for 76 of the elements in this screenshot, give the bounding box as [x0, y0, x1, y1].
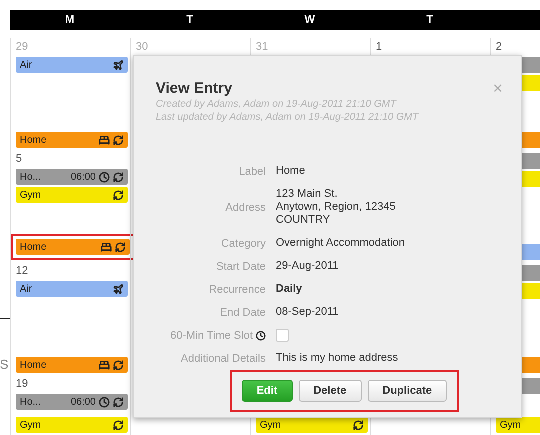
- field-value: Anytown, Region, 12345: [276, 201, 397, 214]
- bed-icon: [99, 360, 110, 370]
- entry-meta: Created by Adams, Adam on 19-Aug-2011 21:10 GMT: [156, 99, 398, 110]
- day-number: 1: [376, 41, 382, 55]
- sync-icon: [113, 396, 124, 408]
- field-label: Category: [221, 238, 266, 250]
- secondary-button[interactable]: Delete: [298, 380, 362, 402]
- day-number: 19: [16, 378, 28, 392]
- event-time: 06:00: [70, 172, 96, 182]
- calendar-event[interactable]: Ho... 06:00: [16, 394, 128, 410]
- event-label: Home: [20, 134, 48, 146]
- field-label: Address: [226, 202, 266, 214]
- dialog-title: View Entry: [156, 80, 232, 97]
- day-number: 30: [136, 41, 148, 55]
- calendar-event[interactable]: Gym: [16, 417, 128, 433]
- clock-icon: [99, 396, 110, 408]
- field-label: Additional Details: [181, 352, 266, 364]
- field-label: Label: [239, 166, 266, 178]
- calendar-event[interactable]: Home: [16, 357, 128, 373]
- plane-icon: [113, 284, 124, 294]
- event-label: Ho...: [20, 172, 42, 182]
- sync-icon: [115, 242, 126, 252]
- field-label: End Date: [220, 306, 266, 318]
- sync-icon: [113, 360, 124, 370]
- bed-icon: [99, 134, 110, 146]
- sync-icon: [113, 172, 124, 182]
- event-time: 06:00: [70, 396, 96, 408]
- sync-icon: [353, 420, 364, 430]
- calendar-event[interactable]: Gym: [256, 417, 368, 433]
- weekday-label: W: [304, 13, 316, 28]
- event-label: Gym: [20, 420, 42, 430]
- side-text: S: [0, 357, 9, 372]
- sync-icon: [113, 420, 124, 430]
- field-label: Recurrence: [209, 284, 266, 296]
- clock-icon: [256, 330, 266, 340]
- event-label: Home: [20, 242, 48, 252]
- event-label: Gym: [20, 190, 42, 200]
- weekday-label: T: [186, 13, 194, 28]
- calendar-event[interactable]: Air: [16, 281, 128, 297]
- event-label: Gym: [260, 420, 282, 430]
- secondary-button[interactable]: Duplicate: [368, 380, 448, 402]
- event-label: Air: [20, 284, 34, 294]
- sync-icon: [113, 134, 124, 146]
- field-value: 123 Main St.: [276, 188, 339, 201]
- calendar-event[interactable]: Gym: [16, 187, 128, 203]
- field-value: 08-Sep-2011: [276, 306, 339, 319]
- weekday-label: M: [64, 13, 76, 28]
- day-number: 5: [16, 153, 22, 167]
- calendar-event[interactable]: Gym: [496, 417, 540, 433]
- field-value: 29-Aug-2011: [276, 260, 339, 273]
- field-value: COUNTRY: [276, 214, 332, 227]
- field-label: Start Date: [216, 260, 266, 272]
- checkbox[interactable]: [276, 329, 289, 342]
- event-label: Air: [20, 60, 34, 70]
- day-number: 12: [16, 265, 28, 279]
- day-number: 29: [16, 41, 28, 55]
- day-number: 31: [256, 41, 268, 55]
- calendar-event[interactable]: Ho... 06:00: [16, 169, 128, 185]
- calendar-event[interactable]: Air: [16, 57, 128, 73]
- event-label: Ho...: [20, 396, 42, 408]
- weekday-label: T: [426, 13, 434, 28]
- field-label: 60-Min Time Slot: [170, 330, 253, 342]
- day-number: 2: [496, 41, 502, 55]
- bed-icon: [101, 242, 112, 252]
- field-value: Daily: [276, 283, 302, 296]
- calendar-event[interactable]: Home: [16, 132, 128, 148]
- field-value: This is my home address: [276, 352, 398, 365]
- clock-icon: [99, 172, 110, 182]
- plane-icon: [113, 60, 124, 70]
- sync-icon: [113, 190, 124, 200]
- entry-meta: Last updated by Adams, Adam on 19-Aug-2011 21:10 GMT: [156, 112, 420, 123]
- event-label: Home: [20, 360, 48, 370]
- calendar-event[interactable]: Home: [16, 239, 130, 255]
- event-label: Gym: [500, 420, 522, 430]
- field-value: Home: [276, 165, 306, 178]
- field-value: Overnight Accommodation: [276, 237, 406, 250]
